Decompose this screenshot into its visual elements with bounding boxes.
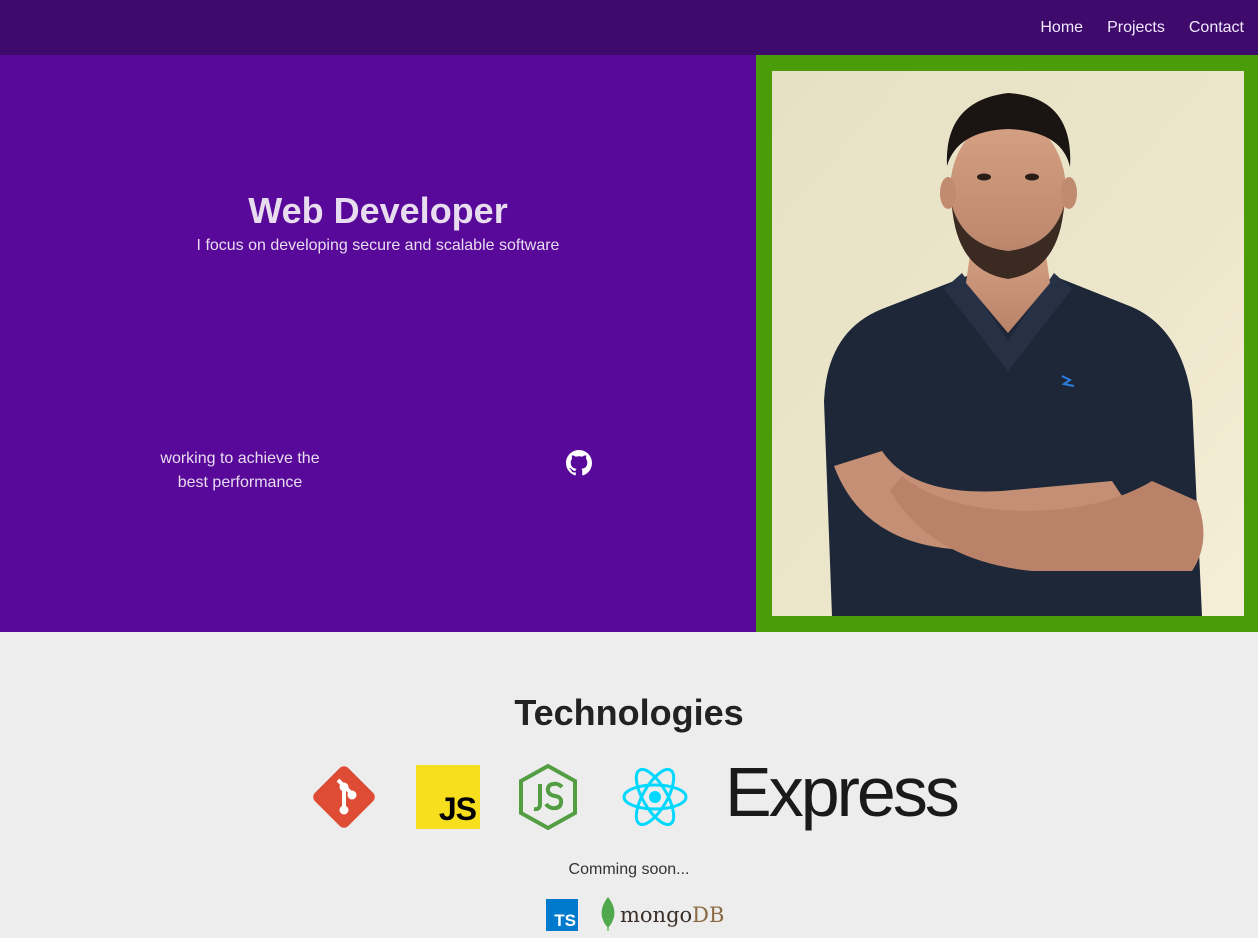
nav-link-projects[interactable]: Projects xyxy=(1107,19,1165,37)
hero-intro-panel: Web Developer I focus on developing secu… xyxy=(0,55,756,632)
hero-subtitle: I focus on developing secure and scalabl… xyxy=(196,237,560,254)
hero-title: Web Developer xyxy=(248,190,508,231)
typescript-logo-text: TS xyxy=(554,911,576,930)
hero-tagline-line2: best performance xyxy=(177,474,303,491)
express-logo-text: Express xyxy=(725,753,960,831)
mongodb-logo-icon: mongoDB xyxy=(600,897,724,933)
nodejs-logo-icon xyxy=(518,763,578,831)
javascript-logo-text: JS xyxy=(438,791,477,827)
hero-photo-panel xyxy=(756,55,1258,632)
react-logo-icon xyxy=(622,765,688,829)
git-logo-icon xyxy=(311,764,377,830)
javascript-logo-icon: JS xyxy=(416,765,480,829)
typescript-logo-icon: TS xyxy=(546,899,578,931)
nav-link-home[interactable]: Home xyxy=(1040,19,1083,37)
navbar: Home Projects Contact xyxy=(0,0,1258,55)
mongodb-logo-text: mongo xyxy=(620,903,693,927)
express-logo-icon: Express xyxy=(725,752,960,832)
coming-soon-text: Comming soon... xyxy=(568,861,690,878)
github-icon[interactable] xyxy=(566,450,592,476)
hero-tagline: working to achieve the best performance xyxy=(140,447,340,495)
profile-photo xyxy=(772,71,1244,616)
nav-link-contact[interactable]: Contact xyxy=(1189,19,1244,37)
hero-tagline-line1: working to achieve the xyxy=(160,450,320,467)
mongodb-db-text: DB xyxy=(692,903,725,927)
technologies-title: Technologies xyxy=(514,692,744,733)
